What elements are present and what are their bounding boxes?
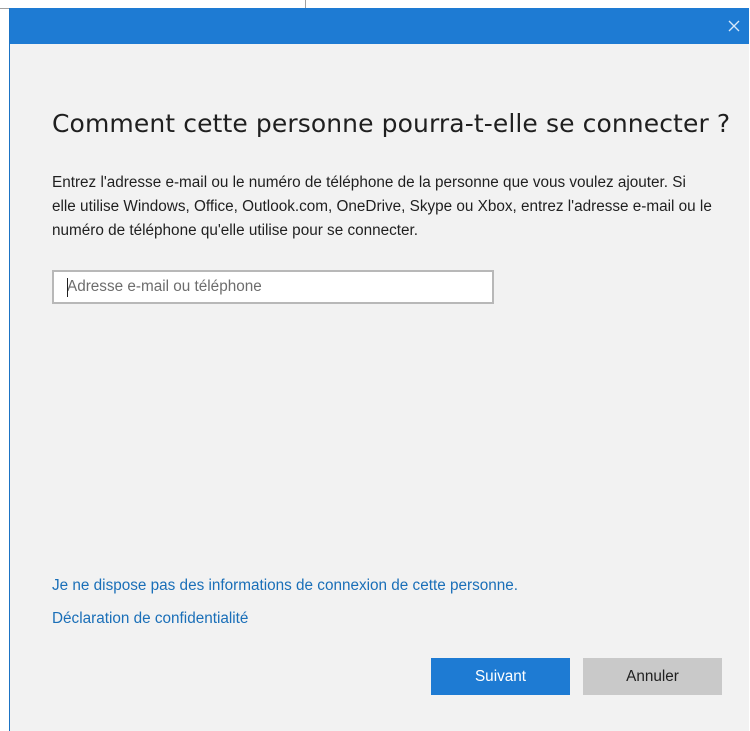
privacy-statement-link[interactable]: Déclaration de confidentialité [52, 610, 248, 628]
dialog-description: Entrez l'adresse e-mail ou le numéro de … [52, 174, 712, 239]
close-icon [728, 20, 740, 32]
add-user-dialog: Comment cette personne pourra-t-elle se … [9, 8, 749, 731]
dialog-heading: Comment cette personne pourra-t-elle se … [52, 109, 731, 138]
cancel-button[interactable]: Annuler [583, 658, 722, 695]
close-button[interactable] [719, 8, 749, 44]
text-caret [67, 278, 68, 297]
next-button[interactable]: Suivant [431, 658, 570, 695]
email-or-phone-field[interactable] [52, 270, 494, 304]
title-bar [10, 8, 749, 44]
email-or-phone-input[interactable] [54, 272, 492, 302]
no-sign-in-info-link[interactable]: Je ne dispose pas des informations de co… [52, 577, 518, 595]
